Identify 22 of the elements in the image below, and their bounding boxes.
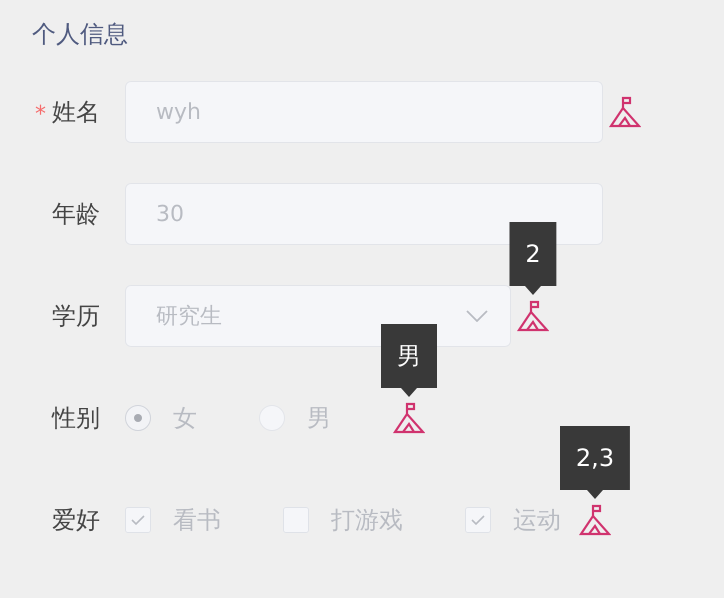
required-mark: * bbox=[35, 102, 46, 126]
flag-icon[interactable] bbox=[517, 300, 549, 332]
flag-icon[interactable] bbox=[579, 504, 611, 536]
section-title: 个人信息 bbox=[32, 19, 128, 50]
field-label: 姓名 bbox=[52, 97, 100, 128]
field-label: 爱好 bbox=[52, 505, 100, 536]
field-label: 年龄 bbox=[52, 199, 100, 230]
field-label: 性别 bbox=[52, 403, 100, 434]
checkbox[interactable] bbox=[125, 507, 151, 533]
tooltip: 2 bbox=[509, 222, 557, 295]
checkmark-icon bbox=[470, 514, 486, 526]
tooltip: 2,3 bbox=[560, 426, 630, 499]
input-field[interactable]: 30 bbox=[125, 183, 603, 245]
tooltip: 男 bbox=[381, 324, 437, 397]
checkbox[interactable] bbox=[465, 507, 491, 533]
chevron-down-icon[interactable] bbox=[466, 310, 488, 322]
field-label: 学历 bbox=[52, 301, 100, 332]
checkmark-icon bbox=[130, 514, 146, 526]
flag-icon[interactable] bbox=[609, 96, 641, 128]
flag-icon[interactable] bbox=[393, 402, 425, 434]
radio-button[interactable] bbox=[125, 405, 151, 431]
input-field[interactable]: wyh bbox=[125, 81, 603, 143]
